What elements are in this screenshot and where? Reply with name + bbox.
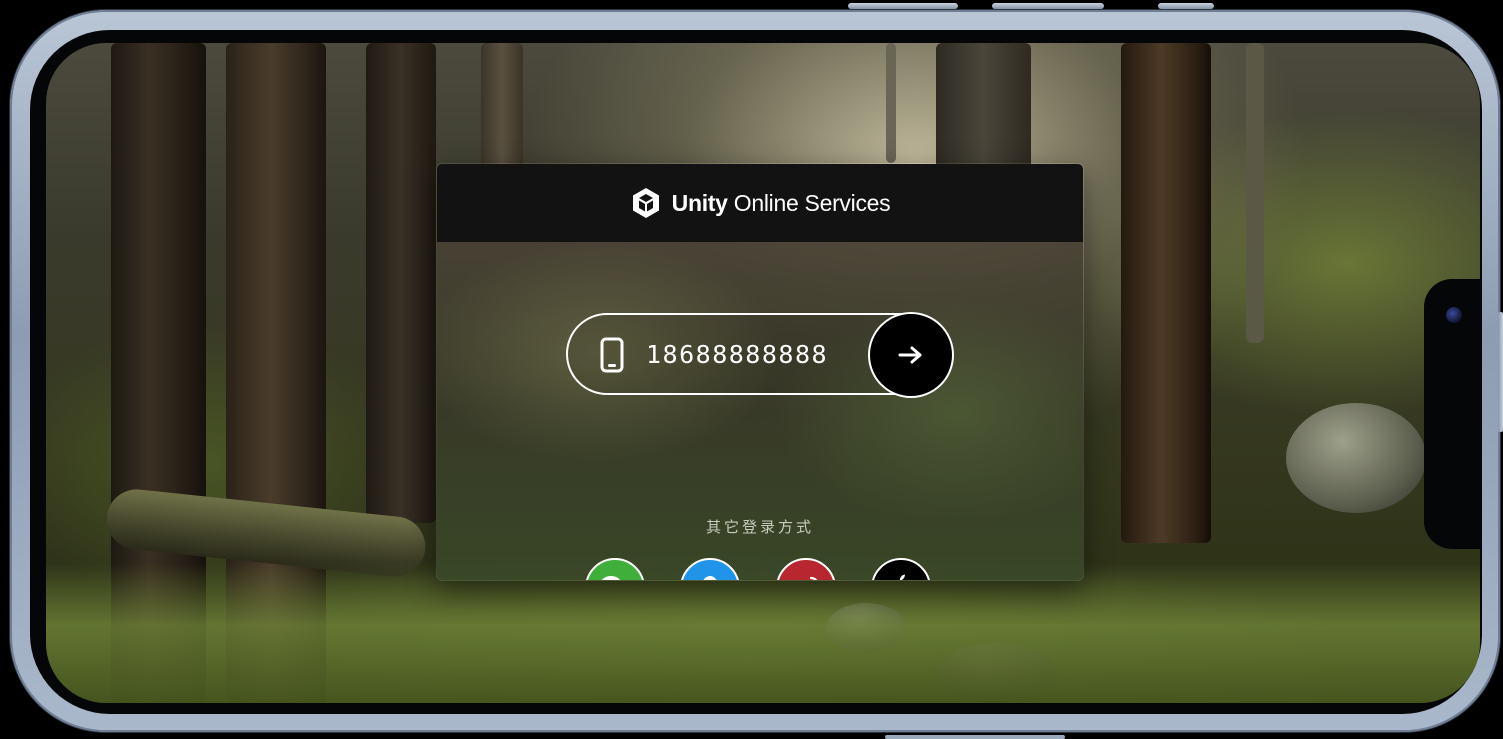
wechat-icon	[601, 576, 621, 580]
weibo-login-button[interactable]	[776, 558, 836, 580]
unity-cube-icon	[632, 188, 659, 218]
panel-header: Unity Online Services	[437, 164, 1083, 242]
other-login-label: 其它登录方式	[705, 518, 814, 536]
forest-rock	[1286, 403, 1426, 513]
qq-penguin-icon	[703, 576, 717, 580]
qq-login-button[interactable]	[680, 558, 740, 580]
weibo-icon	[809, 576, 818, 580]
forest-tree	[886, 43, 896, 163]
submit-arrow-button[interactable]	[868, 312, 954, 398]
camera-notch	[1424, 279, 1480, 549]
forest-tree	[1246, 43, 1264, 343]
phone-number-input[interactable]	[646, 335, 856, 375]
front-camera-icon	[1446, 307, 1462, 323]
smartphone-icon	[600, 337, 624, 373]
brand-title: Unity Online Services	[672, 190, 891, 217]
apple-login-button[interactable]	[871, 558, 931, 580]
apple-icon	[899, 574, 905, 580]
phone-edge-highlight	[885, 735, 1065, 739]
wechat-login-button[interactable]	[585, 558, 645, 580]
mute-switch	[1158, 3, 1214, 9]
brand-subtitle: Online Services	[733, 189, 891, 216]
social-login-row	[585, 558, 935, 580]
panel-body: 其它登录方式	[437, 242, 1083, 580]
brand-name: Unity	[671, 189, 728, 216]
login-panel: Unity Online Services 其它登录方式	[436, 163, 1084, 581]
volume-up-button	[848, 3, 958, 9]
forest-floor	[46, 563, 1480, 703]
arrow-right-icon	[898, 346, 922, 364]
forest-tree	[1121, 43, 1211, 543]
stage: Unity Online Services 其它登录方式	[0, 0, 1503, 739]
volume-down-button	[992, 3, 1104, 9]
power-button	[1498, 312, 1503, 432]
forest-tree	[366, 43, 436, 523]
